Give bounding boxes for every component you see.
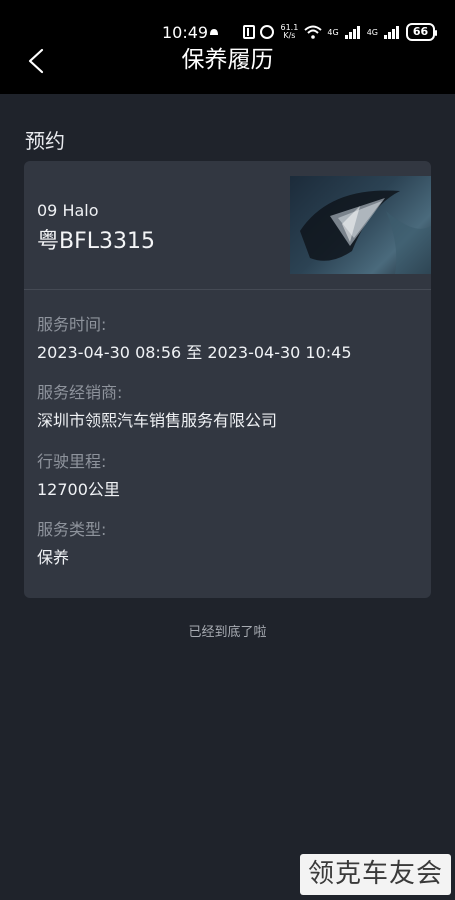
status-time: 10:49 <box>162 23 209 42</box>
network-speed: 61.1 K/s <box>279 24 299 40</box>
status-bar: 10:49 61.1 K/s 4G 4G 66 <box>0 0 455 46</box>
dealer-label: 服务经销商: <box>37 383 123 402</box>
wifi-icon <box>304 25 323 39</box>
license-plate: 粤BFL3315 <box>37 229 155 254</box>
battery-icon: 66 <box>406 23 437 41</box>
vehicle-model: 09 Halo <box>37 201 99 220</box>
signal1-label: 4G <box>327 27 339 37</box>
divider <box>24 289 431 290</box>
signal2-label: 4G <box>366 27 378 37</box>
android-icon <box>210 29 218 35</box>
car-headlight-illustration <box>300 190 431 274</box>
status-icons: 61.1 K/s 4G 4G 66 <box>243 23 437 41</box>
page-title: 保养履历 <box>181 47 274 73</box>
mileage-label: 行驶里程: <box>37 452 107 471</box>
mileage-value: 12700公里 <box>37 480 120 499</box>
speed-unit: K/s <box>283 31 296 40</box>
alarm-icon <box>260 25 275 39</box>
end-of-list-text: 已经到底了啦 <box>188 625 267 640</box>
dealer-value: 深圳市领熙汽车销售服务有限公司 <box>37 411 278 430</box>
service-time-label: 服务时间: <box>37 315 107 334</box>
maintenance-record-card[interactable]: 09 Halo 粤BFL3315 服务时间: 2023-04-30 08:56 … <box>24 161 431 598</box>
nav-header: 保养履历 <box>0 46 455 94</box>
service-time-value: 2023-04-30 08:56 至 2023-04-30 10:45 <box>37 343 352 362</box>
nfc-icon <box>243 25 256 39</box>
car-image <box>290 176 431 274</box>
section-title: 预约 <box>25 129 65 153</box>
watermark-logo: 领克车友会 <box>300 854 451 895</box>
signal-icon <box>344 26 360 39</box>
service-type-value: 保养 <box>37 548 70 567</box>
service-type-label: 服务类型: <box>37 520 107 539</box>
signal-icon-2 <box>384 26 399 39</box>
